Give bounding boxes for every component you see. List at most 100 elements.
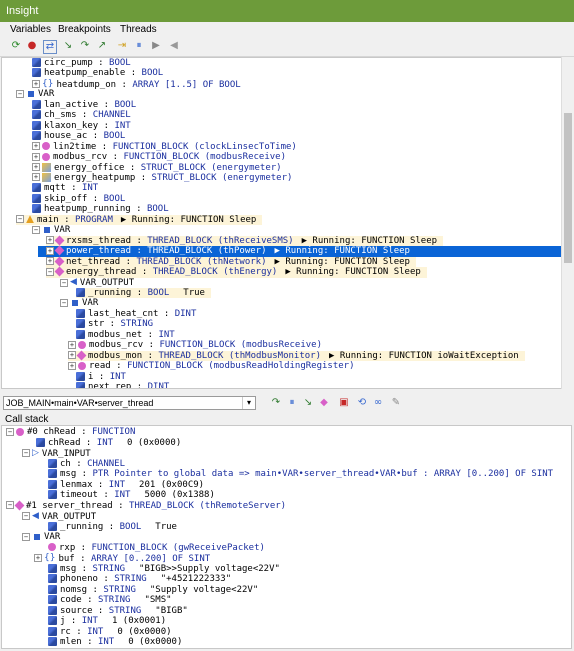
collapse-icon[interactable]: − bbox=[60, 278, 68, 287]
expand-icon[interactable]: + bbox=[32, 80, 40, 89]
tree-row[interactable]: lenmax : INT 201 (0x00C9) bbox=[48, 479, 204, 491]
expand-icon[interactable]: + bbox=[32, 142, 40, 151]
tree-row[interactable]: − #0 chRead : FUNCTION bbox=[6, 427, 135, 438]
tree-row[interactable]: circ_pump : BOOL bbox=[32, 58, 131, 69]
expand-icon[interactable]: + bbox=[46, 236, 54, 245]
tree-row[interactable]: phoneno : STRING "+4521222333" bbox=[48, 574, 231, 585]
tree-row[interactable]: msg : STRING "BIGB>>Supply voltage<22V" bbox=[48, 563, 280, 575]
run-to-icon[interactable]: ⇥ bbox=[116, 40, 128, 52]
tree-row[interactable]: − main : PROGRAM ▶ Running: FUNCTION Sleep bbox=[16, 214, 263, 226]
tree-row[interactable]: + modbus_rcv : FUNCTION_BLOCK (modbusRece… bbox=[68, 340, 322, 351]
disabled-icon[interactable]: ◀ bbox=[168, 40, 180, 52]
continue-icon[interactable]: ▶ bbox=[150, 40, 162, 52]
tree-row[interactable]: − VAR bbox=[16, 89, 54, 100]
tree-row[interactable]: + modbus_mon : THREAD_BLOCK (thModbusMoni… bbox=[68, 350, 525, 362]
expand-icon[interactable]: + bbox=[46, 246, 54, 255]
tree-row[interactable]: j : INT 1 (0x0001) bbox=[48, 616, 166, 627]
tree-row[interactable]: skip_off : BOOL bbox=[32, 193, 125, 205]
expand-icon[interactable]: + bbox=[32, 173, 40, 182]
collapse-icon[interactable]: − bbox=[16, 89, 24, 98]
watch-icon[interactable]: ▣ bbox=[338, 397, 350, 409]
tree-row[interactable]: _running : BOOL True bbox=[48, 521, 177, 533]
menu-variables[interactable]: Variables bbox=[10, 24, 51, 35]
tree-row[interactable]: lan_active : BOOL bbox=[32, 99, 136, 111]
menu-threads[interactable]: Threads bbox=[120, 24, 157, 35]
scrollbar-thumb[interactable] bbox=[564, 113, 572, 263]
collapse-icon[interactable]: − bbox=[22, 532, 30, 541]
expand-icon[interactable]: + bbox=[68, 361, 76, 370]
reset-icon[interactable]: ⟲ bbox=[356, 397, 368, 409]
tree-row[interactable]: i : INT bbox=[76, 371, 126, 383]
refresh-icon[interactable]: ⟳ bbox=[10, 40, 22, 52]
tree-row[interactable]: +{} buf : ARRAY [0..200] OF SINT bbox=[34, 553, 210, 564]
step-icon[interactable]: ↷ bbox=[270, 397, 282, 409]
tree-row[interactable]: − ◀ VAR_OUTPUT bbox=[22, 511, 96, 522]
collapse-icon[interactable]: − bbox=[60, 298, 68, 307]
clear-icon[interactable]: ✎ bbox=[390, 397, 402, 409]
step-into-icon[interactable]: ↘ bbox=[62, 40, 74, 52]
link-icon[interactable]: ∞ bbox=[372, 397, 384, 409]
collapse-icon[interactable]: − bbox=[22, 449, 30, 458]
stop-icon[interactable]: ● bbox=[26, 40, 38, 52]
tree-scrollbar[interactable] bbox=[561, 57, 574, 389]
pause-icon[interactable]: ⏸ bbox=[286, 397, 298, 409]
tree-row[interactable]: last_heat_cnt : DINT bbox=[76, 308, 196, 320]
expand-icon[interactable]: + bbox=[32, 152, 40, 161]
tree-row[interactable]: − energy_thread : THREAD_BLOCK (thEnergy)… bbox=[46, 266, 427, 278]
tree-row[interactable]: + power_thread : THREAD_BLOCK (thPower) ▶ … bbox=[38, 245, 561, 257]
step-into-icon[interactable]: ↘ bbox=[302, 397, 314, 409]
tree-row[interactable]: modbus_net : INT bbox=[76, 329, 175, 341]
tree-row[interactable]: rxp : FUNCTION_BLOCK (gwReceivePacket) bbox=[48, 543, 265, 554]
tree-row[interactable]: − #1 server_thread : THREAD_BLOCK (thRemo… bbox=[6, 500, 286, 512]
collapse-icon[interactable]: − bbox=[6, 427, 14, 436]
expand-icon[interactable]: + bbox=[68, 351, 76, 360]
tree-row[interactable]: − ◀ VAR_OUTPUT bbox=[60, 277, 134, 288]
tree-row[interactable]: heatpump_enable : BOOL bbox=[32, 68, 163, 79]
expand-icon[interactable]: + bbox=[34, 554, 42, 563]
tree-row[interactable]: msg : PTR Pointer to global data => main… bbox=[48, 469, 553, 480]
variables-tree[interactable]: circ_pump : BOOL heatpump_enable : BOOL +{… bbox=[1, 57, 562, 389]
collapse-icon[interactable]: − bbox=[46, 267, 54, 276]
tree-row[interactable]: + modbus_rcv : FUNCTION_BLOCK (modbusRece… bbox=[32, 152, 286, 163]
tree-row[interactable]: + rxsms_thread : THREAD_BLOCK (thReceiveS… bbox=[46, 235, 444, 247]
context-select[interactable]: JOB_MAIN•main•VAR•server_thread ▾ bbox=[3, 396, 256, 410]
step-out-icon[interactable]: ↗ bbox=[96, 40, 108, 52]
expand-icon[interactable]: + bbox=[46, 257, 54, 266]
tree-row[interactable]: + net_thread : THREAD_BLOCK (thNetwork) ▶ … bbox=[46, 256, 416, 268]
run-icon[interactable]: ◆ bbox=[318, 397, 330, 409]
tree-row[interactable]: + lin2time : FUNCTION_BLOCK (clockLinsecT… bbox=[32, 142, 297, 153]
collapse-icon[interactable]: − bbox=[22, 512, 30, 521]
menu-breakpoints[interactable]: Breakpoints bbox=[58, 24, 111, 35]
tree-row[interactable]: mqtt : INT bbox=[32, 183, 98, 194]
tree-row[interactable]: chRead : INT 0 (0x0000) bbox=[36, 437, 181, 449]
tree-row[interactable]: − VAR bbox=[32, 225, 70, 236]
step-over-icon[interactable]: ↷ bbox=[79, 40, 91, 52]
tree-row[interactable]: str : STRING bbox=[76, 319, 153, 330]
tree-row[interactable]: heatpump_running : BOOL bbox=[32, 204, 169, 215]
step-icon[interactable]: ⇄ bbox=[43, 40, 57, 54]
tree-row[interactable]: nomsg : STRING "Supply voltage<22V" bbox=[48, 584, 258, 596]
tree-row[interactable]: +{} heatdump_on : ARRAY [1..5] OF BOOL bbox=[32, 79, 241, 90]
tree-row[interactable]: rc : INT 0 (0x0000) bbox=[48, 626, 172, 638]
tree-row[interactable]: house_ac : BOOL bbox=[32, 131, 125, 142]
callstack-tree[interactable]: − #0 chRead : FUNCTION chRead : INT 0 (0x00… bbox=[1, 425, 572, 649]
collapse-icon[interactable]: − bbox=[6, 501, 14, 509]
expand-icon[interactable]: + bbox=[68, 340, 76, 349]
tree-row[interactable]: − VAR bbox=[22, 532, 60, 543]
tree-row[interactable]: + energy_heatpump : STRUCT_BLOCK (energym… bbox=[32, 172, 292, 184]
tree-row[interactable]: code : STRING "SMS" bbox=[48, 595, 172, 606]
expand-icon[interactable]: + bbox=[32, 163, 40, 171]
tree-row[interactable]: timeout : INT 5000 (0x1388) bbox=[48, 490, 215, 501]
tree-row[interactable]: next_rep : DINT bbox=[76, 381, 169, 388]
tree-row[interactable]: ch : CHANNEL bbox=[48, 458, 125, 470]
pause-icon[interactable]: ⏸ bbox=[133, 40, 145, 52]
tree-row[interactable]: − ▷ VAR_INPUT bbox=[22, 448, 91, 459]
tree-row[interactable]: klaxon_key : INT bbox=[32, 120, 131, 132]
tree-row[interactable]: _running : BOOL True bbox=[76, 287, 211, 299]
tree-row[interactable]: + read : FUNCTION_BLOCK (modbusReadHoldin… bbox=[68, 361, 355, 372]
collapse-icon[interactable]: − bbox=[16, 215, 24, 224]
tree-row[interactable]: ch_sms : CHANNEL bbox=[32, 110, 131, 121]
tree-row[interactable]: − VAR bbox=[60, 298, 98, 309]
tree-row[interactable]: source : STRING "BIGB" bbox=[48, 605, 188, 617]
collapse-icon[interactable]: − bbox=[32, 225, 40, 234]
